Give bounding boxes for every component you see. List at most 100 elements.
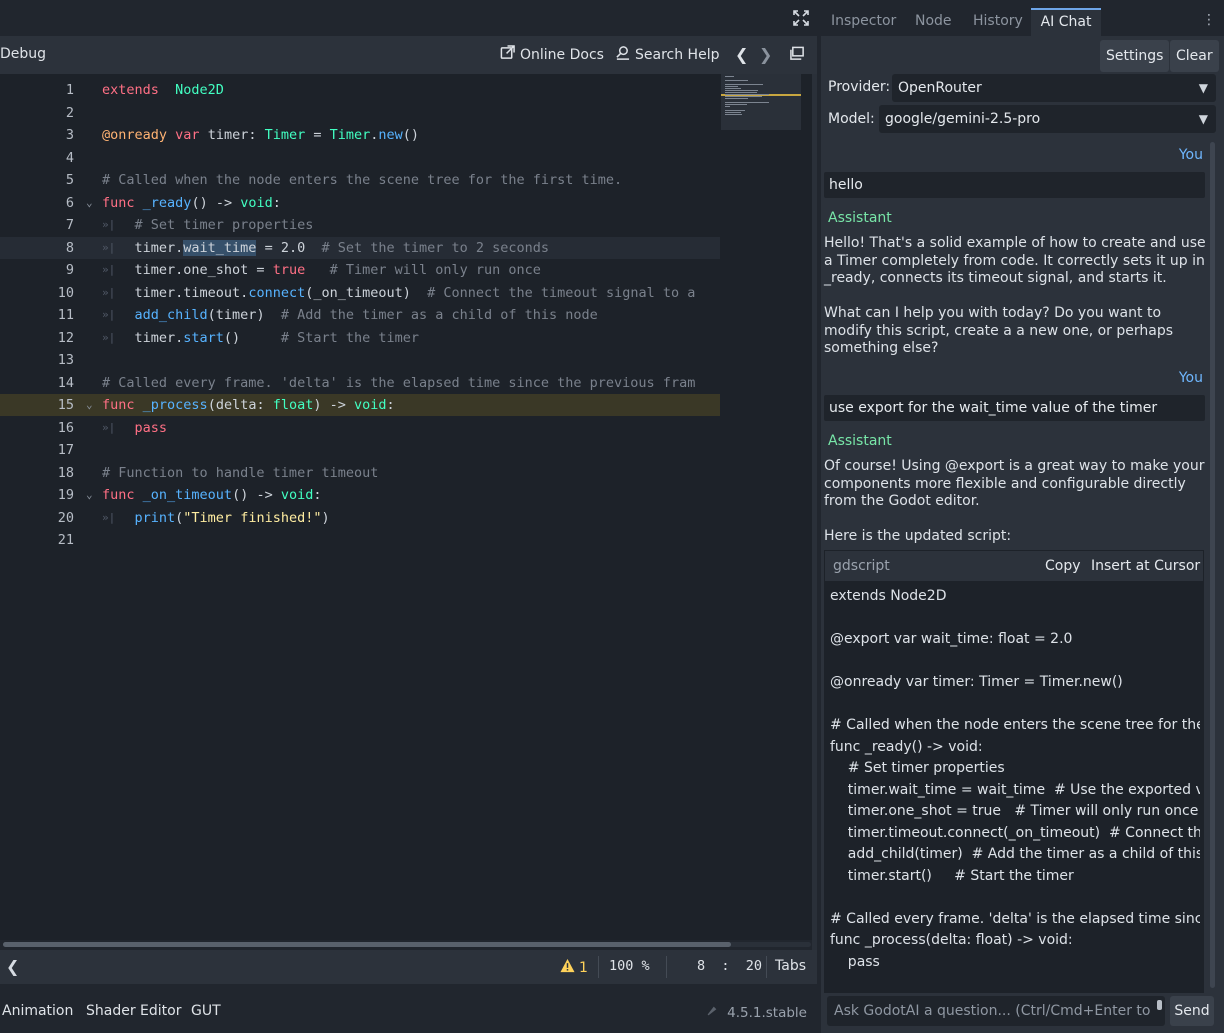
line-number: 3 xyxy=(65,127,74,143)
tab-gut[interactable]: GUT xyxy=(191,1003,221,1019)
code-token: timer. xyxy=(102,329,184,346)
code-line[interactable]: 16 »| pass xyxy=(0,417,720,439)
chat-input[interactable]: Ask GodotAI a question... (Ctrl/Cmd+Ente… xyxy=(827,996,1165,1026)
insert-at-cursor-button[interactable]: Insert at Cursor xyxy=(1091,558,1200,574)
minimap-line xyxy=(725,106,730,107)
code-line[interactable]: 11 »| add_child(timer) # Add the timer as… xyxy=(0,304,720,326)
scrollbar-thumb[interactable] xyxy=(3,942,731,947)
dock-menu-icon[interactable]: ⋮ xyxy=(1202,12,1216,28)
code-token: connect xyxy=(248,284,306,301)
chat-scrollbar[interactable] xyxy=(1210,142,1215,988)
line-number: 21 xyxy=(57,532,74,548)
code-line[interactable]: 2 xyxy=(0,102,720,124)
zoom-level[interactable]: 100 % xyxy=(609,958,650,974)
minimap[interactable] xyxy=(721,74,801,130)
line-number: 12 xyxy=(57,329,74,346)
tab-ai-chat[interactable]: AI Chat xyxy=(1031,8,1101,36)
code-line[interactable]: 13 xyxy=(0,349,720,371)
line-number: 13 xyxy=(57,352,74,368)
distraction-free-icon[interactable] xyxy=(793,10,809,26)
code-token: # Called when the node enters the scene … xyxy=(102,172,623,188)
code-line[interactable]: 5 # Called when the node enters the scene… xyxy=(0,169,720,191)
minimap-line xyxy=(725,86,739,87)
code-editor[interactable]: 1 extends Node2D 2 3 @onready var timer: Tim… xyxy=(0,74,812,940)
tab-inspector[interactable]: Inspector xyxy=(831,13,896,29)
minimap-line xyxy=(725,76,734,77)
code-token: Timer xyxy=(264,127,306,143)
code-line[interactable]: 9 »| timer.one_shot = true # Timer will o… xyxy=(0,259,720,281)
send-button[interactable]: Send xyxy=(1170,996,1214,1026)
code-line[interactable]: 17 xyxy=(0,439,720,461)
code-block-header: gdscript Copy Insert at Cursor xyxy=(824,550,1204,582)
model-select[interactable]: google/gemini-2.5-pro ▼ xyxy=(879,105,1216,133)
history-next-button[interactable]: ❯ xyxy=(759,45,772,64)
code-token: Node2D xyxy=(175,82,224,98)
code-line[interactable]: 3 @onready var timer: Timer = Timer.new() xyxy=(0,124,720,146)
code-line[interactable]: 18 # Function to handle timer timeout xyxy=(0,462,720,484)
code-line[interactable]: 8 »| timer.wait_time = 2.0 # Set the time… xyxy=(0,236,720,259)
code-block-line: @export var wait_time: float = 2.0 xyxy=(830,631,1073,647)
clear-button[interactable]: Clear xyxy=(1170,40,1219,72)
code-token: func xyxy=(102,487,135,503)
indent-mode[interactable]: Tabs xyxy=(775,958,806,974)
code-line[interactable]: 10 »| timer.timeout.connect(_on_timeout) … xyxy=(0,282,720,304)
line-number: 17 xyxy=(57,442,74,458)
code-token: = xyxy=(305,127,330,143)
code-line[interactable]: 6 ⌄ func _ready() -> void: xyxy=(0,192,720,214)
code-line[interactable]: 7 »| # Set timer properties xyxy=(0,214,720,236)
settings-button[interactable]: Settings xyxy=(1100,40,1170,72)
minimap-line xyxy=(725,92,758,93)
code-token: ) xyxy=(321,509,330,526)
assistant-message: What can I help you with today? Do you w… xyxy=(824,305,1174,356)
code-text: timer.start() # Start the timer xyxy=(102,327,420,349)
code-block-line: timer.start() # Start the timer xyxy=(830,867,1074,884)
tab-shader-editor[interactable]: Shader Editor xyxy=(86,1003,181,1019)
code-token: void xyxy=(354,397,387,413)
line-number: 5 xyxy=(65,172,74,188)
code-token: timer.one_shot = xyxy=(102,262,273,278)
user-message: use export for the wait_time value of th… xyxy=(824,395,1205,421)
code-line[interactable]: 15 ⌄ func _process(delta: float) -> void: xyxy=(0,394,720,416)
code-line[interactable]: 19 ⌄ func _on_timeout() -> void: xyxy=(0,484,720,506)
menu-debug[interactable]: Debug xyxy=(0,46,46,62)
history-previous-button[interactable]: ❮ xyxy=(735,45,748,64)
collapse-left-icon[interactable]: ❮ xyxy=(6,957,19,976)
toggle-scripts-panel-button[interactable] xyxy=(790,46,805,65)
minimap-line xyxy=(725,88,741,89)
provider-value: OpenRouter xyxy=(898,80,982,96)
warning-count: 1 xyxy=(579,959,588,976)
chat-messages[interactable]: You hello Assistant Hello! That's a soli… xyxy=(821,140,1213,993)
code-horizontal-scrollbar[interactable] xyxy=(3,942,811,947)
minimap-line xyxy=(725,112,742,113)
code-line[interactable]: 14 # Called every frame. 'delta' is the e… xyxy=(0,372,720,394)
fold-arrow-icon[interactable]: ⌄ xyxy=(86,192,93,214)
code-text: timer.timeout.connect(_on_timeout) # Con… xyxy=(102,282,696,304)
fold-arrow-icon[interactable]: ⌄ xyxy=(86,484,93,506)
input-scrollbar[interactable] xyxy=(1157,1000,1162,1010)
code-line[interactable]: 21 xyxy=(0,529,720,551)
code-line[interactable]: 20 »| print("Timer finished!") xyxy=(0,507,720,529)
code-line[interactable]: 12 »| timer.start() # Start the timer xyxy=(0,327,720,349)
right-dock: Inspector Node History AI Chat ⋮ Setting… xyxy=(817,0,1224,1033)
provider-select[interactable]: OpenRouter ▼ xyxy=(892,74,1216,102)
fold-arrow-icon[interactable]: ⌄ xyxy=(86,394,93,416)
user-message: hello xyxy=(824,172,1205,198)
code-token: () -> xyxy=(232,487,281,503)
code-line[interactable]: 1 extends Node2D xyxy=(0,79,720,101)
online-docs-button[interactable]: Online Docs xyxy=(500,45,604,64)
code-block: gdscript Copy Insert at Cursor extends N… xyxy=(824,550,1204,993)
code-line[interactable]: 4 xyxy=(0,147,720,169)
status-separator xyxy=(598,956,599,978)
tab-history[interactable]: History xyxy=(973,13,1023,29)
search-help-button[interactable]: Search Help xyxy=(615,45,719,64)
version-info[interactable]: 4.5.1.stable xyxy=(705,1004,807,1022)
tab-node[interactable]: Node xyxy=(915,13,952,29)
tab-animation[interactable]: Animation xyxy=(2,1003,73,1019)
chevron-down-icon: ▼ xyxy=(1198,112,1208,126)
assistant-label: Assistant xyxy=(828,433,892,449)
code-language: gdscript xyxy=(833,558,890,574)
warnings-button[interactable]: 1 xyxy=(560,958,588,977)
copy-button[interactable]: Copy xyxy=(1045,558,1081,574)
